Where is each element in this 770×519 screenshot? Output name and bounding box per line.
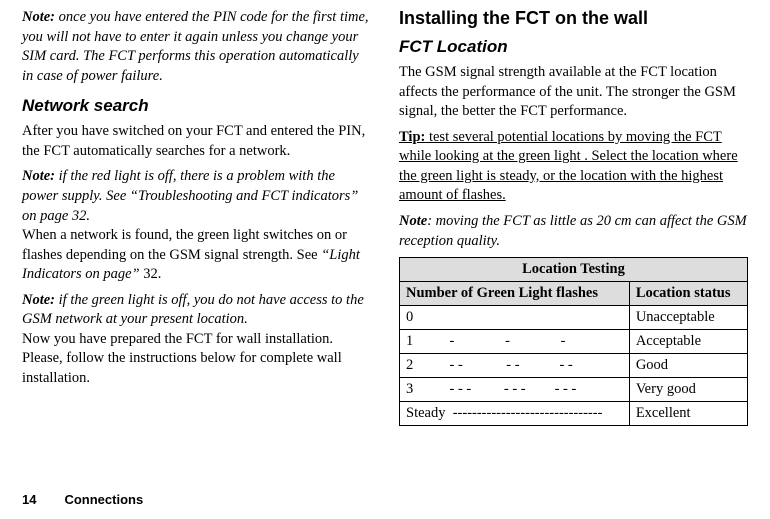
cell-flashes: 3 - - - - - - - - -: [400, 378, 630, 402]
table-col1: Number of Green Light flashes: [400, 282, 630, 306]
table-row: 1 - - - Acceptable: [400, 330, 748, 354]
cell-status: Unacceptable: [629, 306, 747, 330]
network-p2a: When a network is found, the green light…: [22, 227, 347, 263]
network-p1: After you have switched on your FCT and …: [22, 122, 371, 161]
right-column: Installing the FCT on the wall FCT Locat…: [399, 8, 748, 426]
cell-flashes: 1 - - -: [400, 330, 630, 354]
page-footer: 14 Connections: [22, 492, 143, 507]
note-moving-fct: Note: moving the FCT as little as 20 cm …: [399, 212, 748, 251]
table-row: 0 Unacceptable: [400, 306, 748, 330]
left-column: Note: once you have entered the PIN code…: [22, 8, 371, 426]
table-row: Steady ------------------------------- E…: [400, 402, 748, 426]
note-pin-text: once you have entered the PIN code for t…: [22, 9, 369, 84]
page-number: 14: [22, 492, 36, 507]
heading-fct-location: FCT Location: [399, 37, 748, 57]
note-label: Note:: [22, 168, 55, 184]
cell-status: Acceptable: [629, 330, 747, 354]
note-green-light-text: if the green light is off, you do not ha…: [22, 292, 364, 328]
cell-flashes: 2 - - - - - -: [400, 354, 630, 378]
note-red-light: Note: if the red light is off, there is …: [22, 167, 371, 226]
network-p2: When a network is found, the green light…: [22, 226, 371, 285]
cell-status: Very good: [629, 378, 747, 402]
table-title: Location Testing: [400, 258, 748, 282]
note-label: Note:: [22, 292, 55, 308]
cell-flashes: Steady -------------------------------: [400, 402, 630, 426]
cell-status: Good: [629, 354, 747, 378]
table-col2: Location status: [629, 282, 747, 306]
note-label: Note: [399, 213, 427, 229]
cell-status: Excellent: [629, 402, 747, 426]
note-label: Note:: [22, 9, 55, 25]
cell-flashes: 0: [400, 306, 630, 330]
location-testing-table: Location Testing Number of Green Light f…: [399, 257, 748, 426]
note-pin: Note: once you have entered the PIN code…: [22, 8, 371, 86]
heading-installing: Installing the FCT on the wall: [399, 8, 748, 29]
note-green-light: Note: if the green light is off, you do …: [22, 291, 371, 330]
tip-paragraph: Tip: test several potential locations by…: [399, 128, 748, 206]
table-row: 2 - - - - - - Good: [400, 354, 748, 378]
tip-label: Tip:: [399, 129, 425, 145]
network-p3: Now you have prepared the FCT for wall i…: [22, 330, 371, 389]
tip-text: test several potential locations by movi…: [399, 129, 738, 204]
location-p1: The GSM signal strength available at the…: [399, 63, 748, 122]
section-name: Connections: [64, 492, 143, 507]
note-red-light-text: if the red light is off, there is a prob…: [22, 168, 358, 223]
heading-network-search: Network search: [22, 96, 371, 116]
table-row: 3 - - - - - - - - - Very good: [400, 378, 748, 402]
note-moving-text: : moving the FCT as little as 20 cm can …: [399, 213, 747, 249]
network-p2c: 32.: [140, 266, 162, 282]
